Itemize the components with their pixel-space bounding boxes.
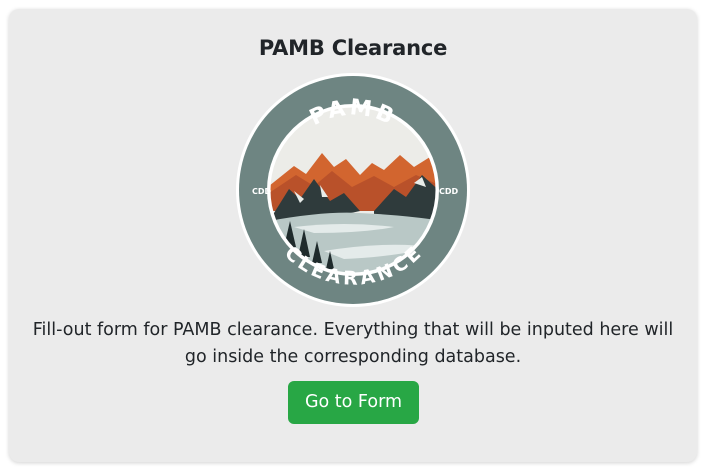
card-description: Fill-out form for PAMB clearance. Everyt… [32, 320, 674, 367]
card-title: PAMB Clearance [258, 36, 448, 60]
clearance-card: PAMB Clearance PAMB CLEARANCE CDD CDD Fi… [9, 9, 697, 462]
svg-text:CDD: CDD [252, 187, 272, 196]
go-to-form-button[interactable]: Go to Form [288, 381, 419, 424]
svg-text:CDD: CDD [439, 187, 459, 196]
pamb-clearance-logo: PAMB CLEARANCE CDD CDD [234, 71, 472, 309]
